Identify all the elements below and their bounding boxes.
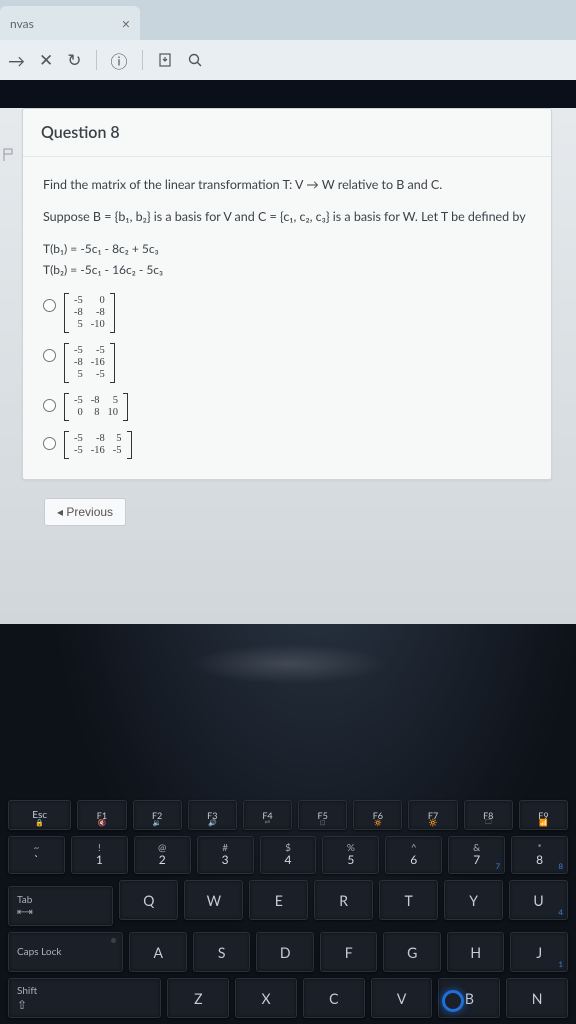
forward-icon[interactable]: → <box>8 50 25 71</box>
reload-icon[interactable]: ↻ <box>67 49 81 71</box>
key[interactable]: W <box>184 880 243 920</box>
key[interactable]: A <box>129 932 187 972</box>
key[interactable]: F9📶 <box>519 800 568 830</box>
matrix: -50-8-85-10 <box>64 293 115 333</box>
key[interactable]: J1 <box>510 932 568 972</box>
qwerty-row-3: Shift⇧ZXCVBN <box>8 978 568 1018</box>
matrix: -5-850810 <box>64 393 128 421</box>
key[interactable]: Tab⇤⇥ <box>8 886 113 926</box>
answer-options: -50-8-85-10 -5-5-8-165-5 -5-850810 -5-85-5-… <box>43 293 531 459</box>
question-card: Question 8 Find the matrix of the linear… <box>22 108 552 480</box>
separator <box>96 50 97 70</box>
question-prompt: Find the matrix of the linear transforma… <box>43 175 531 195</box>
key[interactable]: S <box>193 932 251 972</box>
download-icon[interactable] <box>157 52 173 68</box>
key[interactable]: Caps Lock <box>8 932 123 972</box>
key[interactable]: F6🔅 <box>353 800 402 830</box>
tab-close-icon[interactable]: × <box>122 15 130 32</box>
key[interactable]: Z <box>167 978 229 1018</box>
toolbar: → ✕ ↻ ⓘ <box>0 40 576 80</box>
close-icon[interactable]: ✕ <box>39 49 53 71</box>
radio-input[interactable] <box>43 437 56 450</box>
info-icon[interactable]: ⓘ <box>111 48 128 73</box>
key[interactable]: Y <box>444 880 503 920</box>
radio-input[interactable] <box>43 399 56 412</box>
qwerty-row-1: Tab⇤⇥QWERTYU4 <box>8 880 568 926</box>
key[interactable]: F2🔉 <box>133 800 182 830</box>
keyboard: Esc🔒F1🔇F2🔉F3🔊F4⏯F5⊡F6🔅F7🔆F8🖵F9📶 ~`!1@2#3… <box>0 800 576 1024</box>
key[interactable]: F <box>320 932 378 972</box>
page-content: Question 8 Find the matrix of the linear… <box>0 108 576 628</box>
tab-title: nvas <box>10 16 34 31</box>
key[interactable]: H <box>447 932 505 972</box>
key[interactable]: Shift⇧ <box>8 978 161 1018</box>
flag-icon[interactable] <box>2 148 16 165</box>
number-row: ~`!1@2#3$4%5^6&77*88 <box>8 836 568 874</box>
key[interactable]: F8🖵 <box>464 800 513 830</box>
separator <box>142 50 143 70</box>
key[interactable]: Q <box>119 880 178 920</box>
answer-option[interactable]: -5-5-8-165-5 <box>43 343 531 383</box>
radio-input[interactable] <box>43 299 56 312</box>
key[interactable]: ^6 <box>385 836 442 874</box>
key[interactable]: !1 <box>71 836 128 874</box>
qwerty-row-2: Caps LockASDFGHJ1 <box>8 932 568 972</box>
question-body: Find the matrix of the linear transforma… <box>23 157 551 479</box>
key[interactable]: D <box>256 932 314 972</box>
function-row: Esc🔒F1🔇F2🔉F3🔊F4⏯F5⊡F6🔅F7🔆F8🖵F9📶 <box>8 800 568 830</box>
answer-option[interactable]: -50-8-85-10 <box>43 293 531 333</box>
key[interactable]: F7🔆 <box>408 800 457 830</box>
search-icon[interactable] <box>187 52 203 68</box>
key[interactable]: G <box>383 932 441 972</box>
power-led-icon <box>442 990 464 1012</box>
equation-1: T(b₁) = -5c₁ - 8c₂ + 5c₃ <box>43 239 531 258</box>
key[interactable]: U4 <box>509 880 568 920</box>
key[interactable]: F4⏯ <box>243 800 292 830</box>
key[interactable]: Esc🔒 <box>8 800 71 830</box>
key[interactable]: ~` <box>8 836 65 874</box>
key[interactable]: $4 <box>260 836 317 874</box>
key[interactable]: T <box>379 880 438 920</box>
key[interactable]: %5 <box>322 836 379 874</box>
bezel-reflection <box>188 644 388 684</box>
key[interactable]: V <box>371 978 433 1018</box>
key[interactable]: C <box>303 978 365 1018</box>
key[interactable]: X <box>235 978 297 1018</box>
key[interactable]: F3🔊 <box>188 800 237 830</box>
answer-option[interactable]: -5-850810 <box>43 393 531 421</box>
key[interactable]: E <box>249 880 308 920</box>
key[interactable]: F1🔇 <box>77 800 126 830</box>
key[interactable]: N <box>506 978 568 1018</box>
radio-input[interactable] <box>43 349 56 362</box>
key[interactable]: F5⊡ <box>298 800 347 830</box>
key[interactable]: @2 <box>134 836 191 874</box>
matrix: -5-5-8-165-5 <box>64 343 115 383</box>
question-title: Question 8 <box>23 109 551 157</box>
key[interactable]: *88 <box>511 836 568 874</box>
matrix: -5-85-5-16-5 <box>64 431 132 459</box>
tab-bar: nvas × <box>0 0 576 40</box>
question-setup: Suppose B = {b₁, b₂} is a basis for V an… <box>43 207 531 227</box>
key[interactable]: R <box>314 880 373 920</box>
answer-option[interactable]: -5-85-5-16-5 <box>43 431 531 459</box>
browser-chrome: nvas × → ✕ ↻ ⓘ <box>0 0 576 80</box>
keyboard-area: Esc🔒F1🔇F2🔉F3🔊F4⏯F5⊡F6🔅F7🔆F8🖵F9📶 ~`!1@2#3… <box>0 624 576 1024</box>
key[interactable]: &77 <box>448 836 505 874</box>
browser-tab[interactable]: nvas × <box>0 6 140 40</box>
previous-button[interactable]: ◂ Previous <box>44 498 126 526</box>
equation-2: T(b₂) = -5c₁ - 16c₂ - 5c₃ <box>43 260 531 279</box>
key[interactable]: #3 <box>197 836 254 874</box>
